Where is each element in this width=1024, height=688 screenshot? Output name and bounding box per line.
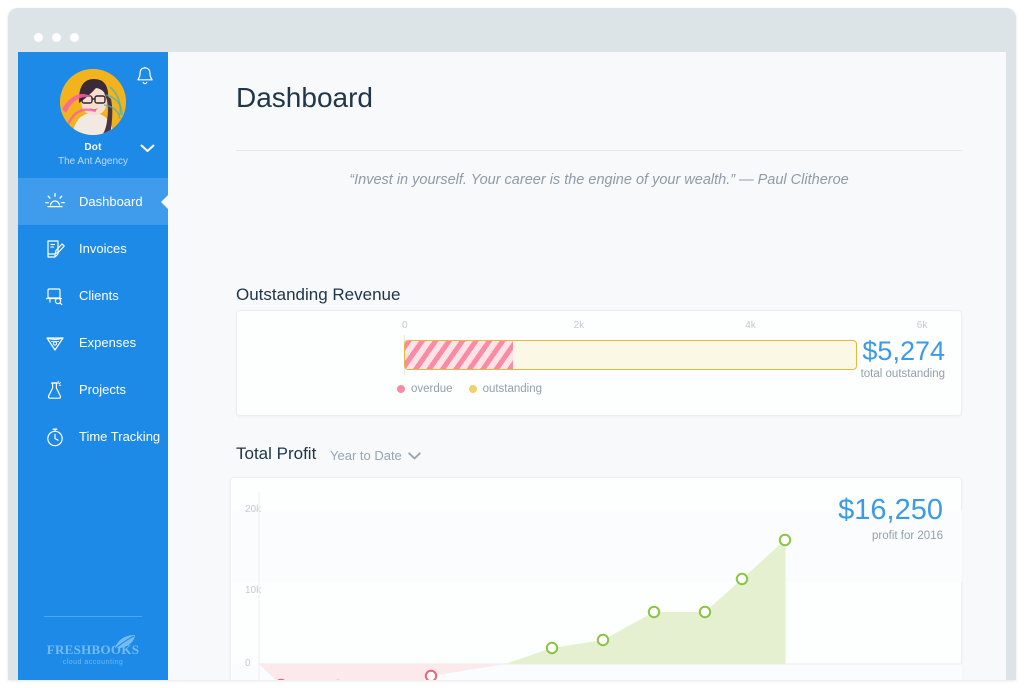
profit-value: $16,250 — [838, 494, 943, 526]
sidebar: Dot The Ant Agency Dashboard Invoices Cl… — [18, 52, 168, 680]
clients-icon — [44, 285, 66, 307]
active-indicator-arrow — [161, 194, 168, 209]
legend-entry-outstanding: outstanding — [468, 383, 543, 395]
sidebar-item-expenses[interactable]: Expenses — [18, 319, 168, 366]
stopwatch-icon — [44, 426, 66, 448]
maximize-dot[interactable] — [70, 33, 79, 42]
browser-window: Dot The Ant Agency Dashboard Invoices Cl… — [8, 8, 1016, 680]
sidebar-item-invoices[interactable]: Invoices — [18, 225, 168, 272]
bell-icon[interactable] — [136, 66, 154, 86]
user-avatar-icon — [60, 69, 126, 135]
sidebar-item-label: Expenses — [79, 335, 137, 350]
legend-label: outstanding — [482, 383, 543, 395]
x-axis-tick: 2k — [573, 320, 585, 331]
page-title: Dashboard — [236, 82, 373, 113]
window-titlebar — [8, 8, 1016, 52]
sidebar-item-dashboard[interactable]: Dashboard — [18, 178, 168, 225]
total-outstanding-value: $5,274 — [862, 336, 945, 366]
x-axis-tick: 4k — [745, 320, 756, 331]
profit-section-title: Total Profit — [236, 444, 317, 463]
sidebar-item-time-tracking[interactable]: Time Tracking — [18, 413, 168, 460]
data-point[interactable] — [545, 641, 559, 655]
expenses-icon — [44, 332, 66, 354]
chevron-down-icon — [408, 451, 421, 459]
sidebar-item-label: Projects — [79, 382, 126, 397]
total-outstanding-label: total outstanding — [860, 368, 945, 380]
freshbooks-logo: FRESHBOOKS cloud accounting — [18, 635, 168, 666]
sidebar-item-label: Dashboard — [79, 194, 143, 209]
sidebar-item-label: Time Tracking — [79, 429, 161, 444]
brand-wordmark: FRESHBOOKS — [46, 642, 140, 657]
sidebar-item-label: Clients — [79, 288, 119, 303]
close-dot[interactable] — [34, 33, 43, 42]
total-profit-card: 20k 10k 0 $16,250 profit for 2016 — [230, 477, 962, 680]
legend-swatch — [468, 385, 477, 393]
legend-label: overdue — [411, 383, 453, 395]
profile-org: The Ant Agency — [57, 156, 129, 167]
x-axis-tick: 6k — [916, 320, 928, 331]
data-point[interactable] — [647, 605, 661, 619]
avatar[interactable] — [60, 69, 126, 135]
invoice-icon — [44, 238, 66, 260]
motivational-quote: “Invest in yourself. Your career is the … — [349, 172, 849, 188]
sidebar-item-clients[interactable]: Clients — [18, 272, 168, 319]
data-point[interactable] — [596, 633, 610, 647]
flask-icon — [44, 379, 66, 401]
profit-negative-area — [259, 664, 506, 680]
outstanding-revenue-card: 0 2k 4k 6k overdue outstanding $5,274 to… — [236, 310, 962, 416]
sidebar-item-label: Invoices — [79, 241, 127, 256]
profit-value-label: profit for 2016 — [872, 530, 943, 542]
revenue-legend: overdue outstanding — [397, 383, 542, 395]
chevron-down-icon[interactable] — [140, 144, 155, 153]
data-point[interactable] — [424, 669, 438, 680]
brand-tagline: cloud accounting — [62, 659, 124, 666]
revenue-section-title: Outstanding Revenue — [236, 285, 401, 304]
data-point[interactable] — [735, 572, 749, 586]
revenue-overdue-segment — [405, 341, 514, 369]
data-point[interactable] — [698, 605, 712, 619]
app-viewport: Dot The Ant Agency Dashboard Invoices Cl… — [18, 52, 1006, 680]
profit-range-selector[interactable]: Year to Date — [330, 448, 421, 463]
sidebar-item-projects[interactable]: Projects — [18, 366, 168, 413]
minimize-dot[interactable] — [52, 33, 61, 42]
leaf-icon — [115, 635, 135, 649]
main-content: Dashboard “Invest in yourself. Your care… — [168, 52, 1006, 680]
profile-block[interactable]: Dot The Ant Agency — [18, 52, 168, 178]
legend-swatch — [397, 385, 405, 393]
legend-entry-overdue: overdue — [397, 383, 453, 395]
x-axis-tick: 0 — [402, 320, 408, 331]
sidebar-divider — [44, 616, 142, 617]
profit-range-label: Year to Date — [330, 448, 402, 463]
title-divider — [236, 150, 962, 151]
sun-icon — [44, 191, 66, 213]
